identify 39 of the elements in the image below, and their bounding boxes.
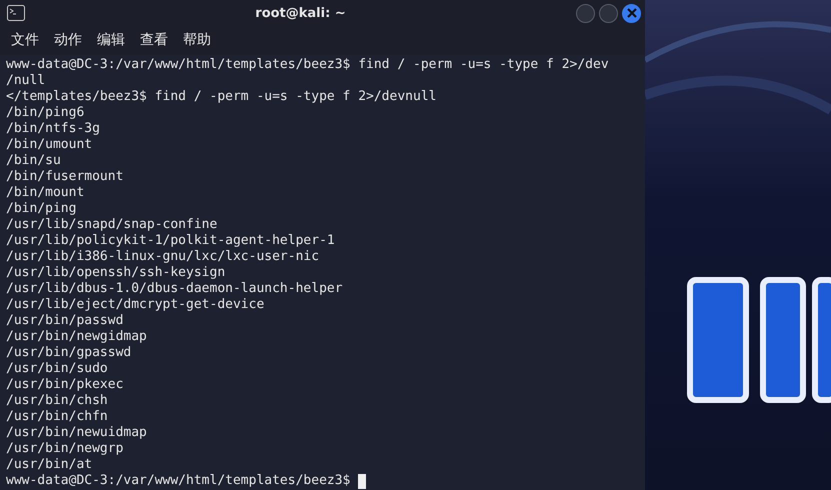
terminal-line: /usr/lib/i386-linux-gnu/lxc/lxc-user-nic <box>6 249 320 265</box>
terminal-prompt: www-data@DC-3:/var/www/html/templates/beez3$ <box>6 473 350 489</box>
terminal-line: /usr/bin/newuidmap <box>6 425 148 441</box>
terminal-line: /bin/su <box>6 153 62 169</box>
menu-item[interactable]: 动作 <box>54 31 82 49</box>
terminal-line: /bin/umount <box>6 137 94 153</box>
window-title: root@kali: ~ <box>254 6 347 20</box>
terminal-line: /usr/lib/dbus-1.0/dbus-daemon-launch-helper <box>6 281 344 297</box>
terminal-line: /usr/bin/newgidmap <box>6 329 148 345</box>
terminal-line: /bin/ping6 <box>6 105 86 121</box>
terminal-line: /usr/lib/snapd/snap-confine <box>6 217 218 233</box>
close-icon <box>626 8 636 18</box>
terminal-line: </templates/beez3$ find / -perm -u=s -type f 2>/devnull <box>6 89 438 105</box>
menu-item[interactable]: 查看 <box>140 31 168 49</box>
maximize-button[interactable] <box>599 4 618 22</box>
close-button[interactable] <box>622 4 641 22</box>
terminal-line: /usr/bin/chfn <box>6 409 109 425</box>
menu-item[interactable]: 帮助 <box>183 31 211 49</box>
terminal-line: www-data@DC-3:/var/www/html/templates/beez3$ find / -perm -u=s -type f 2>/dev <box>6 57 610 73</box>
menu-item[interactable]: 编辑 <box>97 31 125 49</box>
text-cursor <box>358 474 366 488</box>
terminal-line: /bin/mount <box>6 185 86 201</box>
terminal-line: /usr/lib/policykit-1/polkit-agent-helper-1 <box>6 233 336 249</box>
terminal-line: /usr/bin/at <box>6 457 94 473</box>
terminal-line: /usr/bin/gpasswd <box>6 345 132 361</box>
terminal-line: /bin/ntfs-3g <box>6 121 101 137</box>
terminal-line: /usr/lib/openssh/ssh-keysign <box>6 265 226 281</box>
terminal-line: /bin/fusermount <box>6 169 124 185</box>
minimize-button[interactable] <box>576 4 595 22</box>
terminal-line: /bin/ping <box>6 201 78 217</box>
terminal-line: /usr/bin/passwd <box>6 313 124 329</box>
terminal-line: /usr/lib/eject/dmcrypt-get-device <box>6 297 266 313</box>
terminal-line: /usr/bin/newgrp <box>6 441 124 457</box>
menu-item[interactable]: 文件 <box>11 31 39 49</box>
terminal-line: /usr/bin/sudo <box>6 361 109 377</box>
terminal-line: /usr/bin/chsh <box>6 393 109 409</box>
terminal-line: /usr/bin/pkexec <box>6 377 124 393</box>
terminal-line: /null <box>6 73 46 89</box>
terminal-icon <box>7 5 25 21</box>
